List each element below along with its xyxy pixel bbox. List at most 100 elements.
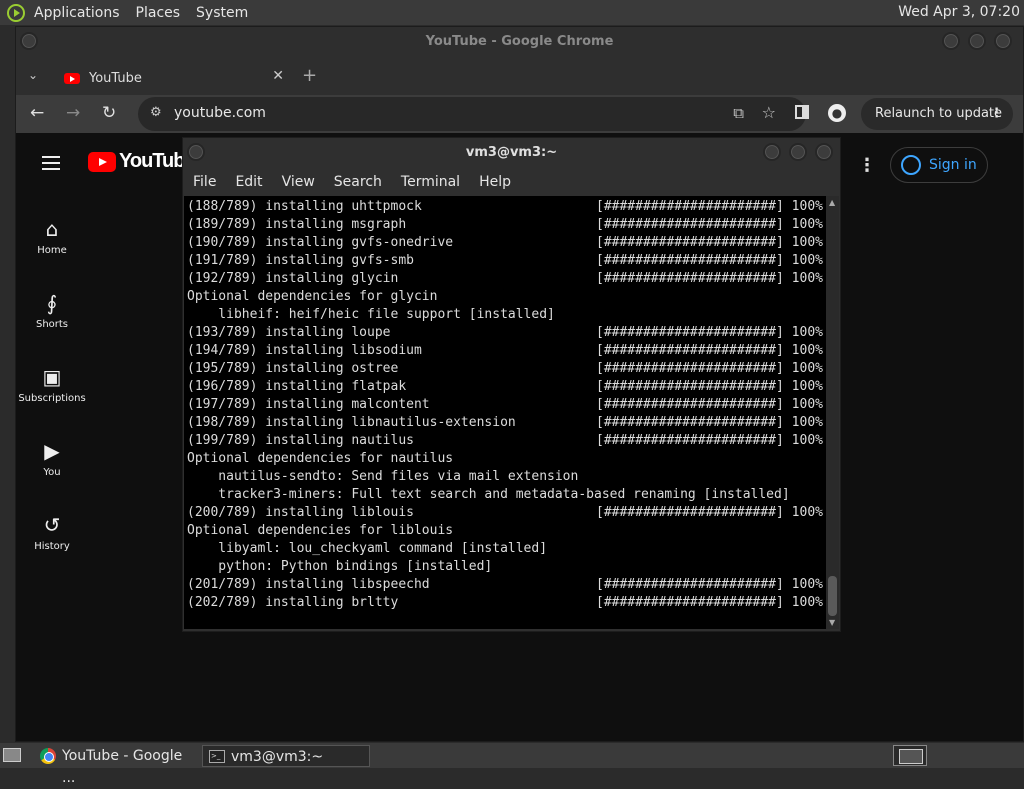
install-app-icon[interactable]: ⧉ — [733, 104, 744, 122]
show-desktop-icon[interactable] — [3, 748, 21, 762]
scroll-down-icon[interactable]: ▼ — [829, 618, 835, 627]
menu-terminal[interactable]: Terminal — [401, 174, 460, 190]
terminal-line-text: (193/789) installing loupe — [187, 325, 391, 340]
terminal-line: (194/789) installing libsodium [#########… — [187, 342, 826, 360]
youtube-settings-kebab-icon[interactable]: ⋮ — [858, 155, 876, 176]
terminal-line: Optional dependencies for liblouis — [187, 522, 826, 540]
tab-search-chevron-icon[interactable]: ⌄ — [28, 68, 38, 82]
terminal-line: (202/789) installing brltty [############… — [187, 594, 826, 612]
terminal-line-text: (188/789) installing uhttpmock — [187, 199, 422, 214]
terminal-line-text: libheif: heif/heic file support [install… — [187, 307, 555, 322]
menu-file[interactable]: File — [193, 174, 216, 190]
terminal-line: tracker3-miners: Full text search and me… — [187, 486, 826, 504]
back-arrow-icon[interactable]: ← — [30, 103, 44, 123]
youtube-logo[interactable]: YouTube — [88, 150, 196, 173]
terminal-line-text: (197/789) installing malcontent — [187, 397, 430, 412]
terminal-close-button[interactable] — [815, 143, 833, 161]
panel-clock[interactable]: Wed Apr 3, 07:20 — [898, 4, 1020, 20]
chrome-toolbar: ← → ↻ ⚙ youtube.com ⧉ ☆ ● Relaunch to up… — [16, 95, 1023, 133]
terminal-minimize-button[interactable] — [763, 143, 781, 161]
subscriptions-icon: ▣ — [42, 365, 62, 389]
taskbar-chrome[interactable]: YouTube - Google ... — [34, 745, 197, 786]
relaunch-to-update-button[interactable]: Relaunch to update ⋮ — [861, 98, 1013, 130]
guide-item-home[interactable]: ⌂ Home — [16, 217, 88, 256]
side-panel-icon[interactable] — [795, 105, 809, 119]
close-window-button[interactable] — [994, 32, 1012, 50]
scrollbar-thumb[interactable] — [828, 576, 837, 616]
places-menu[interactable]: Places — [136, 5, 181, 21]
history-icon: ↺ — [43, 513, 61, 537]
terminal-progress: [######################] 100% — [596, 199, 823, 214]
system-menu[interactable]: System — [196, 5, 248, 21]
terminal-line: (189/789) installing msgraph [###########… — [187, 216, 826, 234]
terminal-progress: [######################] 100% — [596, 343, 823, 358]
tab-close-icon[interactable]: ✕ — [272, 68, 284, 84]
terminal-line: (196/789) installing flatpak [###########… — [187, 378, 826, 396]
tab-youtube[interactable]: YouTube ✕ — [56, 61, 288, 95]
scroll-up-icon[interactable]: ▲ — [829, 198, 835, 207]
terminal-line-text: (192/789) installing glycin — [187, 271, 399, 286]
sign-in-label: Sign in — [929, 157, 977, 173]
applications-menu[interactable]: Applications — [34, 5, 120, 21]
terminal-line-text: Optional dependencies for glycin — [187, 289, 438, 304]
address-bar[interactable]: ⚙ youtube.com ⧉ ☆ — [138, 97, 806, 131]
menu-edit[interactable]: Edit — [235, 174, 262, 190]
terminal-maximize-button[interactable] — [789, 143, 807, 161]
terminal-progress: [######################] 100% — [596, 361, 823, 376]
guide-item-history[interactable]: ↺ History — [16, 513, 88, 552]
maximize-button[interactable] — [968, 32, 986, 50]
menu-search[interactable]: Search — [334, 174, 382, 190]
menu-help[interactable]: Help — [479, 174, 511, 190]
terminal-window: vm3@vm3:~ File Edit View Search Terminal… — [182, 137, 841, 632]
terminal-line-text: libyaml: lou_checkyaml command [installe… — [187, 541, 548, 556]
terminal-line: (191/789) installing gvfs-smb [##########… — [187, 252, 826, 270]
url-text[interactable]: youtube.com — [174, 105, 266, 121]
minimize-button[interactable] — [942, 32, 960, 50]
chrome-window-title: YouTube - Google Chrome — [425, 34, 614, 49]
terminal-progress: [######################] 100% — [596, 505, 823, 520]
terminal-output[interactable]: (188/789) installing uhttpmock [#########… — [184, 196, 826, 629]
guide-label: Subscriptions — [18, 393, 86, 404]
site-info-icon[interactable]: ⚙ — [150, 105, 162, 120]
terminal-line-text: (195/789) installing ostree — [187, 361, 399, 376]
home-icon: ⌂ — [45, 217, 59, 241]
terminal-line: (188/789) installing uhttpmock [#########… — [187, 198, 826, 216]
taskbar-terminal[interactable]: >_ vm3@vm3:~ — [202, 745, 370, 767]
profile-avatar-icon[interactable]: ● — [828, 104, 846, 122]
terminal-line: (193/789) installing loupe [#############… — [187, 324, 826, 342]
reload-icon[interactable]: ↻ — [102, 103, 116, 123]
terminal-line-text: python: Python bindings [installed] — [187, 559, 493, 574]
sign-in-button[interactable]: Sign in — [890, 147, 988, 183]
terminal-titlebar[interactable]: vm3@vm3:~ — [183, 138, 840, 168]
guide-item-subscriptions[interactable]: ▣ Subscriptions — [16, 365, 88, 404]
task-label: YouTube - Google ... — [62, 748, 183, 786]
guide-label: You — [43, 467, 61, 478]
youtube-favicon-icon — [64, 72, 80, 84]
terminal-progress: [######################] 100% — [596, 397, 823, 412]
hamburger-menu-icon[interactable] — [42, 156, 60, 170]
terminal-scrollbar[interactable]: ▲ ▼ — [826, 196, 839, 629]
chrome-titlebar[interactable]: YouTube - Google Chrome — [16, 27, 1023, 57]
guide-item-you[interactable]: ▶ You — [16, 439, 88, 478]
terminal-line: (200/789) installing liblouis [##########… — [187, 504, 826, 522]
guide-item-shorts[interactable]: ∮ Shorts — [16, 291, 88, 330]
tab-strip: ⌄ YouTube ✕ + — [16, 57, 1023, 95]
terminal-progress: [######################] 100% — [596, 217, 823, 232]
distro-logo-icon[interactable] — [6, 3, 26, 23]
terminal-line: libheif: heif/heic file support [install… — [187, 306, 826, 324]
menu-view[interactable]: View — [282, 174, 315, 190]
chrome-menu-kebab-icon[interactable]: ⋮ — [990, 98, 1003, 130]
terminal-line-text: (201/789) installing libspeechd — [187, 577, 430, 592]
terminal-line-text: (190/789) installing gvfs-onedrive — [187, 235, 454, 250]
bookmark-star-icon[interactable]: ☆ — [762, 103, 776, 122]
forward-arrow-icon[interactable]: → — [66, 103, 80, 123]
new-tab-plus-icon[interactable]: + — [302, 65, 317, 86]
youtube-play-icon — [88, 151, 116, 172]
you-icon: ▶ — [44, 439, 60, 463]
guide-label: Shorts — [35, 319, 69, 330]
terminal-line: libyaml: lou_checkyaml command [installe… — [187, 540, 826, 558]
terminal-line-text: tracker3-miners: Full text search and me… — [187, 487, 790, 502]
terminal-progress: [######################] 100% — [596, 325, 823, 340]
terminal-progress: [######################] 100% — [596, 253, 823, 268]
workspace-switcher[interactable] — [893, 745, 927, 766]
